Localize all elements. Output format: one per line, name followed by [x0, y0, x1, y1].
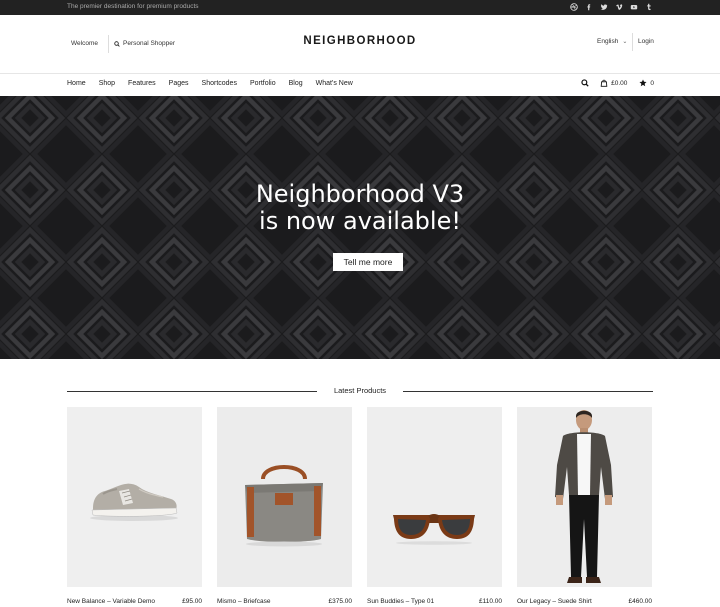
- product-grid: New Balance – Variable Demo £95.00 Mismo…: [67, 407, 653, 607]
- latest-products-heading: Latest Products: [67, 386, 653, 398]
- nav-item-shortcodes[interactable]: Shortcodes: [202, 80, 237, 87]
- product-price: £375.00: [328, 598, 353, 605]
- hero-title: Neighborhood V3 is now available!: [0, 181, 720, 235]
- hero-banner: Neighborhood V3 is now available! Tell m…: [0, 96, 720, 359]
- product-card[interactable]: Our Legacy – Suede Shirt £460.00: [517, 407, 652, 605]
- cart-total: £0.00: [611, 79, 628, 87]
- shopping-bag-icon: [600, 79, 608, 87]
- language-selector[interactable]: English ⌄: [597, 38, 627, 45]
- product-price: £95.00: [182, 598, 202, 605]
- dribbble-icon[interactable]: [570, 2, 579, 12]
- nav-item-shop[interactable]: Shop: [99, 80, 115, 87]
- nav-menu: Home Shop Features Pages Shortcodes Port…: [67, 80, 366, 87]
- product-name[interactable]: Our Legacy – Suede Shirt: [517, 598, 592, 605]
- nav-item-home[interactable]: Home: [67, 80, 86, 87]
- product-name[interactable]: Sun Buddies – Type 01: [367, 598, 434, 605]
- hero-title-line-2: is now available!: [259, 207, 461, 235]
- site-tagline: The premier destination for premium prod…: [67, 3, 199, 10]
- product-image-suede-shirt[interactable]: [517, 407, 652, 587]
- hero-title-line-1: Neighborhood V3: [255, 180, 465, 208]
- product-card[interactable]: Sun Buddies – Type 01 £110.00: [367, 407, 502, 605]
- youtube-icon[interactable]: [630, 2, 639, 12]
- product-image-briefcase[interactable]: [217, 407, 352, 587]
- nav-item-blog[interactable]: Blog: [289, 80, 303, 87]
- facebook-icon[interactable]: [585, 2, 594, 12]
- nav-item-features[interactable]: Features: [128, 80, 156, 87]
- product-image-sneaker[interactable]: [67, 407, 202, 587]
- wishlist-count: 0: [650, 79, 654, 87]
- product-card[interactable]: New Balance – Variable Demo £95.00: [67, 407, 202, 605]
- login-link[interactable]: Login: [638, 38, 654, 45]
- nav-item-pages[interactable]: Pages: [169, 80, 189, 87]
- nav-item-portfolio[interactable]: Portfolio: [250, 80, 276, 87]
- header-divider: [632, 33, 633, 51]
- language-label: English: [597, 38, 619, 45]
- product-price: £460.00: [628, 598, 653, 605]
- product-name[interactable]: New Balance – Variable Demo: [67, 598, 155, 605]
- cart-button[interactable]: £0.00: [600, 79, 627, 87]
- nav-actions: £0.00 0: [572, 79, 654, 87]
- nav-item-whats-new[interactable]: What's New: [316, 80, 353, 87]
- product-card[interactable]: Mismo – Briefcase £375.00: [217, 407, 352, 605]
- social-links: [570, 2, 654, 12]
- search-icon: [581, 79, 589, 87]
- tumblr-icon[interactable]: [645, 2, 654, 12]
- twitter-icon[interactable]: [600, 2, 609, 12]
- product-price: £110.00: [478, 598, 502, 605]
- product-name[interactable]: Mismo – Briefcase: [217, 598, 270, 605]
- top-bar: The premier destination for premium prod…: [0, 0, 720, 15]
- search-button[interactable]: [581, 79, 589, 87]
- main-nav: Home Shop Features Pages Shortcodes Port…: [0, 74, 720, 96]
- chevron-down-icon: ⌄: [622, 39, 628, 45]
- tell-me-more-button[interactable]: Tell me more: [333, 253, 403, 271]
- site-header: Welcome Personal Shopper NEIGHBORHOOD En…: [0, 15, 720, 74]
- wishlist-button[interactable]: 0: [639, 79, 654, 87]
- latest-products-title: Latest Products: [327, 386, 393, 395]
- product-image-sunglasses[interactable]: [367, 407, 502, 587]
- vimeo-icon[interactable]: [615, 2, 624, 12]
- star-icon: [639, 79, 647, 87]
